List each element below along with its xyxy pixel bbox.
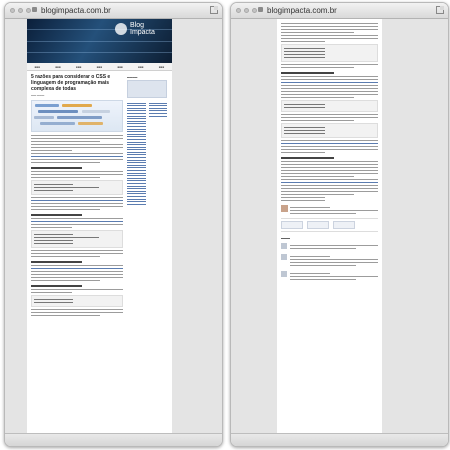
- article-title[interactable]: 5 razões para considerar o CSS e linguag…: [31, 74, 123, 92]
- avatar: [281, 271, 287, 277]
- browser-window-right: blogimpacta.com.br ▬▬▬: [230, 2, 449, 447]
- lock-icon: [258, 7, 263, 12]
- page-viewport[interactable]: ▬▬▬: [231, 19, 448, 433]
- share-button[interactable]: [307, 221, 329, 229]
- categories-list[interactable]: [127, 101, 146, 206]
- share-button[interactable]: [281, 221, 303, 229]
- article-meta: ▬▬ ▬▬▬: [31, 94, 45, 97]
- sidebar: ▬▬▬▬: [127, 74, 167, 318]
- window-controls[interactable]: [10, 8, 31, 13]
- status-bar: [231, 433, 448, 446]
- blog-logo-icon[interactable]: [115, 23, 127, 35]
- status-bar: [5, 433, 222, 446]
- page-viewport[interactable]: Blog Impacta ■■■ ■■■ ■■■ ■■■ ■■■ ■■■ ■■■ 5 razõ…: [5, 19, 222, 433]
- browser-window-left: blogimpacta.com.br Blog Impacta ■■■ ■■■ ■■■…: [4, 2, 223, 447]
- article-image: [31, 100, 123, 132]
- lock-icon: [32, 7, 37, 12]
- share-button[interactable]: [333, 221, 355, 229]
- author-box[interactable]: [281, 205, 378, 214]
- comment-item: [281, 271, 378, 282]
- archive-list[interactable]: [148, 101, 167, 206]
- comment-item: [281, 243, 378, 251]
- address-bar[interactable]: blogimpacta.com.br: [41, 5, 111, 16]
- expand-icon[interactable]: [210, 6, 218, 14]
- title-bar: blogimpacta.com.br: [5, 3, 222, 19]
- address-bar[interactable]: blogimpacta.com.br: [267, 5, 337, 16]
- avatar: [281, 243, 287, 249]
- avatar: [281, 254, 287, 260]
- blog-header: Blog Impacta: [27, 19, 172, 63]
- author-widget[interactable]: [127, 80, 167, 98]
- comment-item: [281, 254, 378, 268]
- article: 5 razões para considerar o CSS e linguag…: [31, 74, 123, 318]
- blog-page: Blog Impacta ■■■ ■■■ ■■■ ■■■ ■■■ ■■■ ■■■ 5 razõ…: [27, 19, 172, 433]
- expand-icon[interactable]: [436, 6, 444, 14]
- blog-logo[interactable]: Blog Impacta: [130, 22, 170, 36]
- avatar[interactable]: [281, 205, 288, 212]
- title-bar: blogimpacta.com.br: [231, 3, 448, 19]
- share-bar[interactable]: [281, 218, 378, 232]
- comments-heading: ▬▬▬: [281, 236, 290, 240]
- article-continued: ▬▬▬: [277, 19, 382, 433]
- nav-menu[interactable]: ■■■ ■■■ ■■■ ■■■ ■■■ ■■■ ■■■: [27, 63, 172, 71]
- window-controls[interactable]: [236, 8, 257, 13]
